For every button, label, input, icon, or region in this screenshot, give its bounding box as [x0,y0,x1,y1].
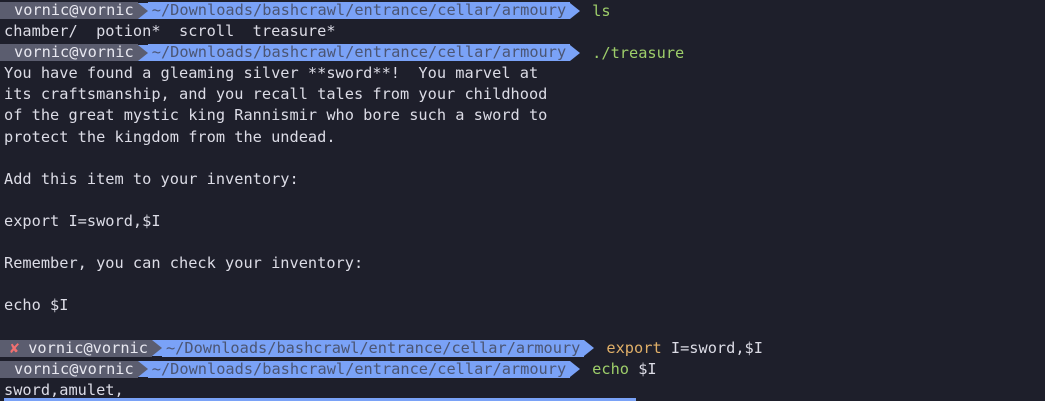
powerline-separator-icon [137,2,148,19]
powerline-separator-icon [151,340,162,357]
powerline-separator-icon [570,44,581,61]
output-line: Add this item to your inventory: [4,169,299,188]
powerline-separator-icon [137,361,148,378]
powerline-separator-icon [584,340,595,357]
prompt-user-segment: ✘ vornic@vornic [0,338,152,357]
command-args: $I [629,360,657,379]
output-line: Remember, you can check your inventory: [4,254,364,273]
powerline-separator-icon [570,2,581,19]
prompt-path-segment: ~/Downloads/bashcrawl/entrance/cellar/ar… [147,360,571,378]
output-line: protect the kingdom from the undead. [4,127,336,146]
shell-prompt: vornic@vornic ~/Downloads/bashcrawl/entr… [0,0,1045,21]
prompt-user-label: vornic@vornic [28,338,148,357]
command-text: ./treasure [592,43,685,62]
error-status-icon: ✘ [10,338,20,357]
output-line: its craftsmanship, and you recall tales … [4,85,548,104]
powerline-separator-icon [137,44,148,61]
prompt-path-segment: ~/Downloads/bashcrawl/entrance/cellar/ar… [161,339,585,357]
command-args: I=sword,$I [661,339,763,358]
powerline-separator-icon [570,361,581,378]
terminal-window[interactable]: vornic@vornic ~/Downloads/bashcrawl/entr… [0,0,1045,401]
shell-prompt: ✘ vornic@vornic ~/Downloads/bashcrawl/ent… [0,338,1045,359]
command-name: export [606,339,662,358]
command-text: export I=sword,$I [606,339,763,357]
command-text: echo $I [592,360,656,378]
output-line: export I=sword,$I [4,211,161,230]
output-line: of the great mystic king Rannismir who b… [4,106,548,125]
command-text: ls [592,1,611,20]
command-name: echo [592,360,630,379]
prompt-user-segment: vornic@vornic [0,360,138,378]
prompt-user-segment: vornic@vornic [0,44,138,62]
prompt-user-segment: vornic@vornic [0,2,138,20]
prompt-path-segment: ~/Downloads/bashcrawl/entrance/cellar/ar… [147,44,571,62]
output-line: echo $I [4,296,69,315]
output-line: chamber/ potion* scroll treasure* [4,22,336,41]
shell-prompt: vornic@vornic ~/Downloads/bashcrawl/entr… [0,359,1045,380]
shell-prompt: vornic@vornic ~/Downloads/bashcrawl/entr… [0,42,1045,63]
prompt-path-segment: ~/Downloads/bashcrawl/entrance/cellar/ar… [147,2,571,20]
output-line: You have found a gleaming silver **sword… [4,64,539,83]
